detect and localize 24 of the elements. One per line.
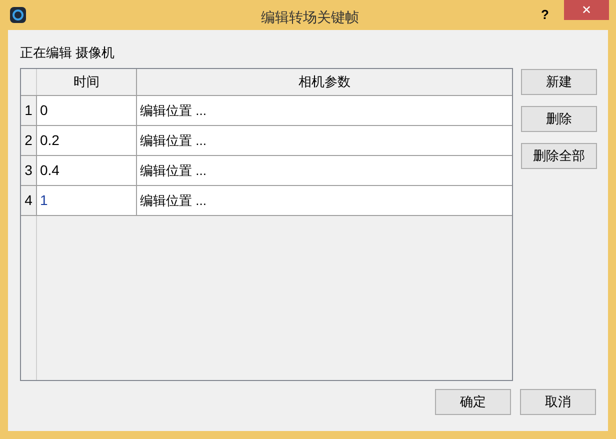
ok-button[interactable]: 确定 <box>435 389 511 415</box>
window-title: 编辑转场关键帧 <box>261 8 359 27</box>
params-cell[interactable]: 编辑位置 ... <box>137 96 512 125</box>
row-header[interactable]: 3 <box>21 156 37 185</box>
help-button[interactable]: ? <box>541 5 549 24</box>
delete-all-button[interactable]: 删除全部 <box>521 143 597 169</box>
params-cell[interactable]: 编辑位置 ... <box>137 126 512 155</box>
delete-button[interactable]: 删除 <box>521 106 597 132</box>
column-header[interactable]: 相机参数 <box>137 69 512 95</box>
close-button[interactable]: ✕ <box>564 0 609 20</box>
time-cell[interactable]: 0 <box>37 96 137 125</box>
row-header[interactable]: 1 <box>21 96 37 125</box>
row-header[interactable]: 2 <box>21 126 37 155</box>
row-header[interactable]: 4 <box>21 186 37 215</box>
time-cell[interactable]: 0.4 <box>37 156 137 185</box>
new-button[interactable]: 新建 <box>521 69 597 95</box>
params-cell[interactable]: 编辑位置 ... <box>137 156 512 185</box>
cancel-button[interactable]: 取消 <box>520 389 596 415</box>
time-cell[interactable]: 1 <box>37 186 137 215</box>
params-cell[interactable]: 编辑位置 ... <box>137 186 512 215</box>
editing-label: 正在编辑 摄像机 <box>20 44 116 61</box>
time-cell[interactable]: 0.2 <box>37 126 137 155</box>
column-header[interactable]: 时间 <box>37 69 137 95</box>
app-icon <box>10 7 26 23</box>
